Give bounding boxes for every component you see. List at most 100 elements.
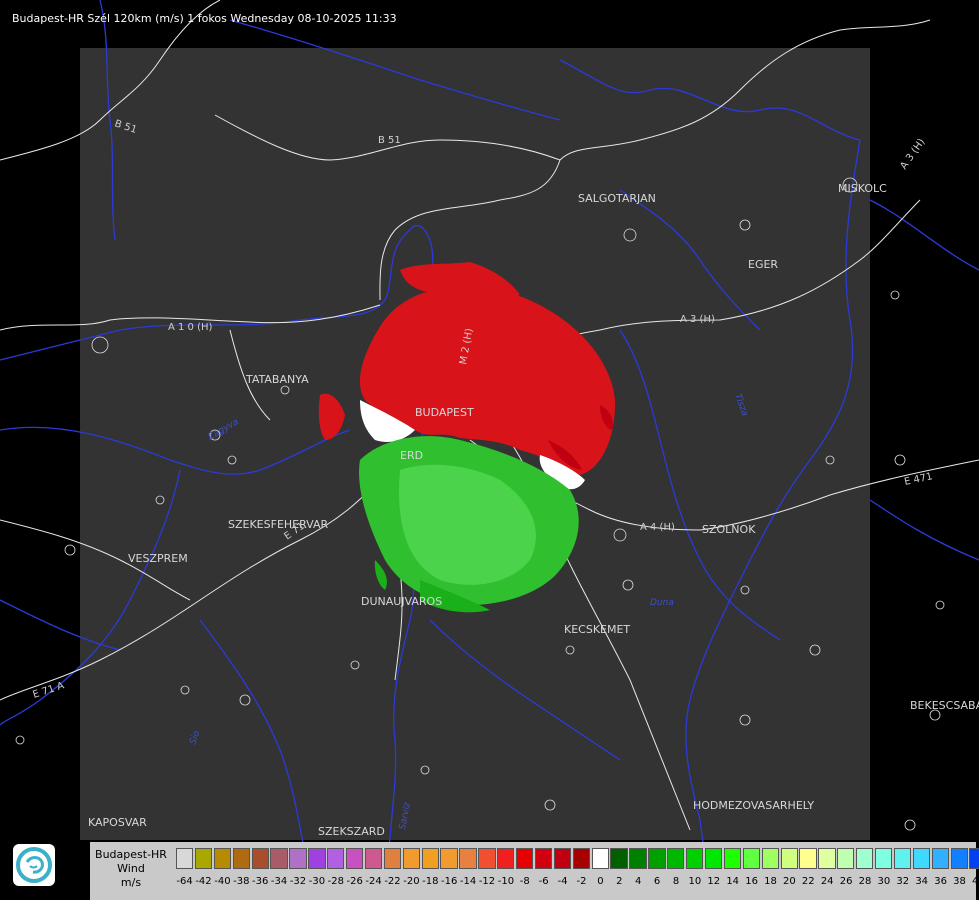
legend-tick-label: 22 bbox=[801, 876, 815, 887]
legend-swatch bbox=[327, 848, 345, 869]
legend-swatch bbox=[591, 848, 609, 869]
legend-swatch bbox=[516, 848, 534, 869]
legend-swatch bbox=[421, 848, 439, 869]
city-label: BUDAPEST bbox=[415, 406, 474, 419]
legend-tick-label: -10 bbox=[497, 876, 515, 887]
legend-tick-label: 40 bbox=[972, 876, 979, 887]
legend-swatch bbox=[931, 848, 949, 869]
radar-map: SALGOTARJAN MISKOLC EGER TATABANYA BUDAP… bbox=[0, 0, 979, 900]
city-label: KAPOSVAR bbox=[88, 816, 147, 829]
legend-tick-label: 34 bbox=[915, 876, 929, 887]
legend-swatch bbox=[818, 848, 836, 869]
legend-swatch bbox=[629, 848, 647, 869]
legend-swatch bbox=[761, 848, 779, 869]
legend-swatches bbox=[176, 848, 979, 869]
legend-swatch bbox=[969, 848, 979, 869]
legend-label-radar: Budapest-HR bbox=[95, 848, 167, 861]
legend-tick-label: 26 bbox=[839, 876, 853, 887]
river-label: Duna bbox=[650, 598, 674, 608]
legend-tick-label: 28 bbox=[858, 876, 872, 887]
legend-label: Budapest-HR Wind m/s bbox=[90, 842, 172, 900]
legend-tick-label: -34 bbox=[270, 876, 288, 887]
city-label: DUNAUJVAROS bbox=[361, 595, 442, 608]
legend-swatch bbox=[440, 848, 458, 869]
legend-swatch bbox=[232, 848, 250, 869]
legend-tick-label: 14 bbox=[726, 876, 740, 887]
legend-swatch bbox=[893, 848, 912, 869]
city-label: ERD bbox=[400, 449, 423, 462]
legend-swatch bbox=[308, 848, 326, 869]
legend-swatch bbox=[610, 848, 628, 869]
legend-swatch bbox=[402, 848, 420, 869]
city-label: HODMEZOVASARHELY bbox=[693, 799, 814, 812]
legend-swatch bbox=[289, 848, 307, 869]
legend-tick-label: -4 bbox=[557, 876, 568, 887]
city-label: SZEKSZARD bbox=[318, 825, 385, 838]
legend-tick-label: 32 bbox=[896, 876, 910, 887]
legend-swatch bbox=[912, 848, 931, 869]
legend-tick-label: 30 bbox=[877, 876, 891, 887]
legend-tick-label: -30 bbox=[308, 876, 326, 887]
legend-swatch bbox=[799, 848, 817, 869]
legend-tick-label: -12 bbox=[478, 876, 496, 887]
road-label: E 471 bbox=[903, 471, 933, 488]
road-label: A 4 (H) bbox=[640, 522, 675, 533]
legend-tick-label: -2 bbox=[576, 876, 587, 887]
road-label: B 51 bbox=[378, 135, 401, 146]
legend-tick-label: 24 bbox=[820, 876, 834, 887]
legend-tick-label: 16 bbox=[745, 876, 758, 887]
legend-tick-label: -24 bbox=[365, 876, 382, 887]
city-label: KECSKEMET bbox=[564, 623, 630, 636]
legend-tick-label: 8 bbox=[672, 876, 680, 887]
legend-label-unit: m/s bbox=[120, 876, 142, 889]
legend-tick-label: -22 bbox=[384, 876, 401, 887]
legend-swatch bbox=[383, 848, 402, 869]
legend-tick-label: 20 bbox=[783, 876, 796, 887]
road-label: E 71 A bbox=[32, 680, 66, 700]
city-label: TATABANYA bbox=[245, 373, 309, 386]
city-label: MISKOLC bbox=[838, 182, 887, 195]
city-label: BEKESCSABA bbox=[910, 699, 979, 712]
legend-swatch bbox=[723, 848, 742, 869]
legend-swatch bbox=[213, 848, 232, 869]
legend-swatch bbox=[950, 848, 968, 869]
legend-swatch bbox=[251, 848, 269, 869]
legend-tick-label: -20 bbox=[403, 876, 420, 887]
color-scale-legend: Budapest-HR Wind m/s -64 -42 -40 -38 -36 -34-… bbox=[90, 842, 979, 900]
legend-label-quantity: Wind bbox=[117, 862, 145, 875]
legend-tick-label: -28 bbox=[327, 876, 344, 887]
legend-swatch bbox=[478, 848, 496, 869]
city-label: SZEKESFEHERVAR bbox=[228, 518, 329, 531]
legend-swatch bbox=[459, 848, 477, 869]
road-label: A 1 0 (H) bbox=[168, 322, 213, 333]
legend-tick-label: -38 bbox=[233, 876, 250, 887]
legend-tick-label: 0 bbox=[597, 876, 604, 887]
legend-tick-label: 10 bbox=[688, 876, 702, 887]
legend-swatch bbox=[176, 848, 194, 869]
legend-tick-label: 18 bbox=[764, 876, 777, 887]
legend-tick-label: 2 bbox=[616, 876, 623, 887]
legend-tick-label: -18 bbox=[422, 876, 439, 887]
legend-swatch bbox=[364, 848, 383, 869]
legend-swatch bbox=[686, 848, 704, 869]
omsz-logo-icon bbox=[13, 844, 55, 886]
legend-swatch bbox=[704, 848, 723, 869]
city-label: EGER bbox=[748, 258, 778, 271]
road-label: A 3 (H) bbox=[898, 137, 927, 172]
city-label: SZOLNOK bbox=[702, 523, 756, 536]
legend-tick-label: -8 bbox=[519, 876, 530, 887]
legend-swatch bbox=[837, 848, 855, 869]
legend-tick-label: -42 bbox=[195, 876, 212, 887]
legend-swatch bbox=[856, 848, 874, 869]
legend-swatch bbox=[497, 848, 515, 869]
legend-swatch bbox=[648, 848, 666, 869]
legend-swatch bbox=[270, 848, 288, 869]
legend-swatch bbox=[194, 848, 213, 869]
map-title: Budapest-HR Szél 120km (m/s) 1 fokos Wed… bbox=[12, 12, 397, 25]
legend-tick-label: 6 bbox=[653, 876, 661, 887]
legend-swatch bbox=[667, 848, 685, 869]
legend-swatch bbox=[572, 848, 590, 869]
legend-tick-label: -64 bbox=[176, 876, 193, 887]
legend-tick-label: -40 bbox=[214, 876, 231, 887]
city-label: VESZPREM bbox=[128, 552, 188, 565]
